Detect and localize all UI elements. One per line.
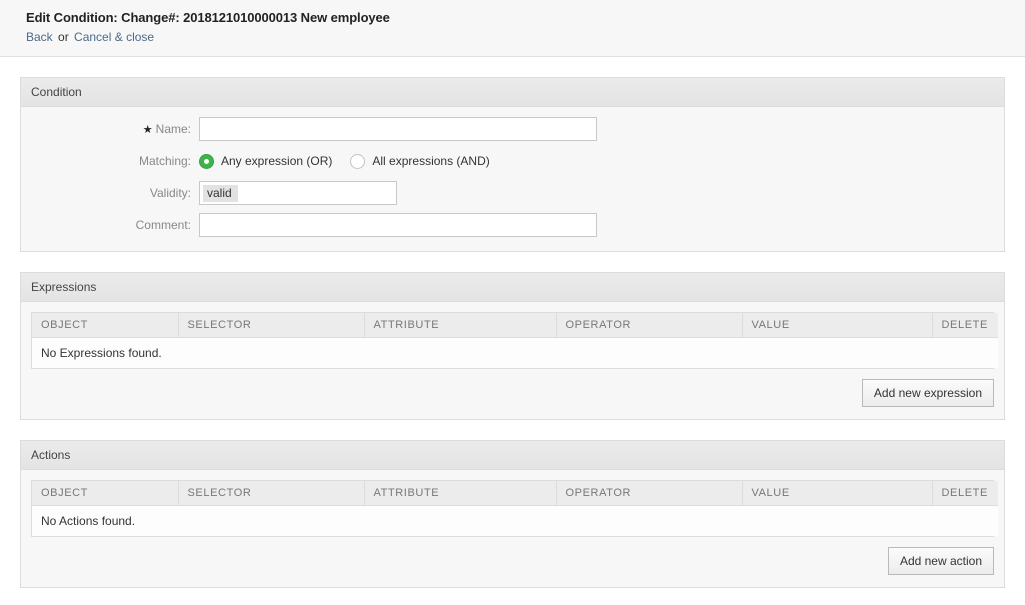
table-row: No Actions found. bbox=[32, 505, 998, 536]
actions-col-value[interactable]: VALUE bbox=[742, 481, 933, 506]
condition-panel-body: ★ Name: Matching: Any expression (OR) Al… bbox=[21, 107, 1004, 251]
actions-button-row: Add new action bbox=[21, 537, 1004, 575]
expressions-table-header-row: OBJECT SELECTOR ATTRIBUTE OPERATOR VALUE… bbox=[32, 313, 998, 338]
actions-col-selector[interactable]: SELECTOR bbox=[178, 481, 365, 506]
actions-table-wrap: OBJECT SELECTOR ATTRIBUTE OPERATOR VALUE… bbox=[31, 480, 998, 537]
expressions-col-delete[interactable]: DELETE bbox=[932, 313, 998, 338]
expressions-col-operator[interactable]: OPERATOR bbox=[556, 313, 743, 338]
validity-label: Validity: bbox=[149, 186, 191, 200]
radio-item-any-expression[interactable]: Any expression (OR) bbox=[199, 153, 333, 169]
actions-col-object[interactable]: OBJECT bbox=[32, 481, 179, 506]
expressions-col-value[interactable]: VALUE bbox=[742, 313, 933, 338]
matching-radio-group: Any expression (OR) All expressions (AND… bbox=[199, 153, 1004, 169]
validity-selected-value: valid bbox=[203, 184, 238, 202]
name-input[interactable] bbox=[199, 117, 597, 141]
name-label: ★ Name: bbox=[21, 122, 199, 136]
expressions-col-object[interactable]: OBJECT bbox=[32, 313, 179, 338]
table-row: No Expressions found. bbox=[32, 337, 998, 368]
expressions-table-wrap: OBJECT SELECTOR ATTRIBUTE OPERATOR VALUE… bbox=[31, 312, 998, 369]
breadcrumb-separator: or bbox=[58, 30, 69, 44]
main-content: Condition ★ Name: Matching: Any expressio… bbox=[0, 77, 1025, 605]
expressions-empty-message: No Expressions found. bbox=[32, 337, 998, 368]
comment-label: Comment: bbox=[135, 218, 191, 232]
form-row-comment: Comment: bbox=[21, 213, 1004, 237]
radio-all-expressions-unselected[interactable] bbox=[350, 153, 366, 169]
radio-item-all-expressions[interactable]: All expressions (AND) bbox=[350, 153, 490, 169]
condition-panel-header: Condition bbox=[21, 78, 1004, 107]
form-row-matching: Matching: Any expression (OR) All expres… bbox=[21, 149, 1004, 173]
expressions-panel-header: Expressions bbox=[21, 273, 1004, 302]
comment-input[interactable] bbox=[199, 213, 597, 237]
actions-table-header-row: OBJECT SELECTOR ATTRIBUTE OPERATOR VALUE… bbox=[32, 481, 998, 506]
required-star-icon: ★ bbox=[142, 124, 153, 136]
expressions-col-selector[interactable]: SELECTOR bbox=[178, 313, 365, 338]
condition-panel: Condition ★ Name: Matching: Any expressio… bbox=[20, 77, 1005, 252]
actions-panel-body: OBJECT SELECTOR ATTRIBUTE OPERATOR VALUE… bbox=[21, 470, 1004, 587]
actions-panel-header: Actions bbox=[21, 441, 1004, 470]
form-row-name: ★ Name: bbox=[21, 117, 1004, 141]
page-title: Edit Condition: Change#: 201812101000001… bbox=[26, 10, 390, 25]
form-row-validity: Validity: valid bbox=[21, 181, 1004, 205]
expressions-table: OBJECT SELECTOR ATTRIBUTE OPERATOR VALUE… bbox=[32, 313, 998, 368]
expressions-panel: Expressions OBJECT SELECTOR ATTRIBUTE OP… bbox=[20, 272, 1005, 420]
name-field-wrap bbox=[199, 117, 1004, 141]
radio-all-expressions-label: All expressions (AND) bbox=[372, 154, 490, 168]
breadcrumb: Back or Cancel & close bbox=[26, 30, 1025, 44]
actions-table: OBJECT SELECTOR ATTRIBUTE OPERATOR VALUE… bbox=[32, 481, 998, 536]
radio-any-expression-label: Any expression (OR) bbox=[221, 154, 333, 168]
add-new-expression-button[interactable]: Add new expression bbox=[861, 379, 994, 407]
back-link[interactable]: Back bbox=[26, 30, 53, 44]
matching-label: Matching: bbox=[138, 154, 191, 168]
page-header: Edit Condition: Change#: 201812101000001… bbox=[0, 0, 1025, 57]
actions-panel: Actions OBJECT SELECTOR ATTRIBUTE OPERAT… bbox=[20, 440, 1005, 588]
validity-select[interactable]: valid bbox=[199, 181, 397, 205]
actions-col-attribute[interactable]: ATTRIBUTE bbox=[364, 481, 557, 506]
actions-empty-message: No Actions found. bbox=[32, 505, 998, 536]
expressions-button-row: Add new expression bbox=[21, 369, 1004, 407]
cancel-and-close-link[interactable]: Cancel & close bbox=[74, 30, 154, 44]
actions-col-delete[interactable]: DELETE bbox=[932, 481, 998, 506]
name-label-text: Name: bbox=[155, 122, 191, 136]
expressions-col-attribute[interactable]: ATTRIBUTE bbox=[364, 313, 557, 338]
radio-any-expression-selected[interactable] bbox=[199, 153, 214, 169]
expressions-panel-body: OBJECT SELECTOR ATTRIBUTE OPERATOR VALUE… bbox=[21, 302, 1004, 419]
add-new-action-button[interactable]: Add new action bbox=[887, 547, 994, 575]
actions-col-operator[interactable]: OPERATOR bbox=[556, 481, 743, 506]
